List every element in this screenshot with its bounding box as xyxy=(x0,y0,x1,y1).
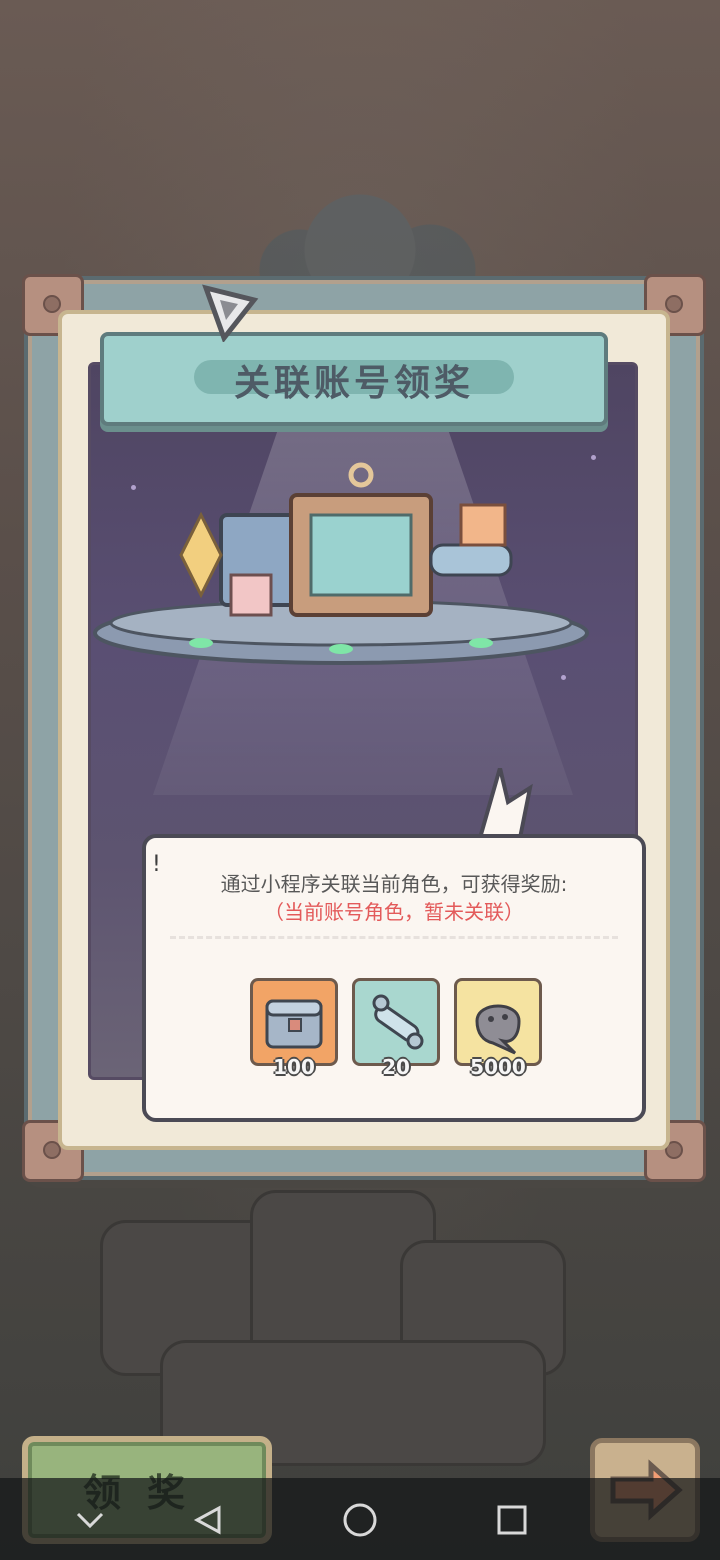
triangle-pin-icon xyxy=(202,284,259,342)
modal-panel: ! 通过小程序关联当前角色，可获得奖励: （当前账号角色，暂未关联） 100 2… xyxy=(58,310,670,1150)
sparkle xyxy=(561,675,566,680)
reward-item-scroll[interactable]: 20 xyxy=(352,978,440,1079)
modal-title: 关联账号领奖 xyxy=(233,363,474,404)
reward-list: 100 20 5000 xyxy=(250,978,546,1079)
system-navigation-bar xyxy=(0,1478,720,1560)
soul-blob-icon xyxy=(475,1004,521,1055)
chevron-down-icon[interactable] xyxy=(68,1498,112,1542)
reward-item-soul[interactable]: 5000 xyxy=(454,978,542,1079)
link-description: 通过小程序关联当前角色，可获得奖励: xyxy=(220,872,568,896)
reward-quantity: 100 xyxy=(273,1055,315,1079)
treasure-chest-icon xyxy=(265,999,323,1049)
reward-quantity: 5000 xyxy=(470,1055,526,1079)
link-account-reward-modal: ! 通过小程序关联当前角色，可获得奖励: （当前账号角色，暂未关联） 100 2… xyxy=(22,274,706,1182)
background-rocks xyxy=(40,1180,680,1480)
title-plate: 关联账号领奖 xyxy=(100,332,608,426)
recents-square-icon[interactable] xyxy=(490,1498,534,1542)
link-status: （当前账号角色，暂未关联） xyxy=(264,900,524,924)
reward-info-box: ! 通过小程序关联当前角色，可获得奖励: （当前账号角色，暂未关联） 100 2… xyxy=(142,834,646,1122)
divider xyxy=(170,936,618,939)
sparkle xyxy=(131,485,136,490)
scroll-icon xyxy=(372,994,424,1050)
home-circle-icon[interactable] xyxy=(338,1498,382,1542)
reward-item-chest[interactable]: 100 xyxy=(250,978,338,1079)
treasure-pile-icon xyxy=(179,462,513,617)
sparkle xyxy=(591,455,596,460)
speech-bubble-tail xyxy=(477,768,533,838)
reward-quantity: 20 xyxy=(382,1055,410,1079)
back-triangle-icon[interactable] xyxy=(186,1498,230,1542)
